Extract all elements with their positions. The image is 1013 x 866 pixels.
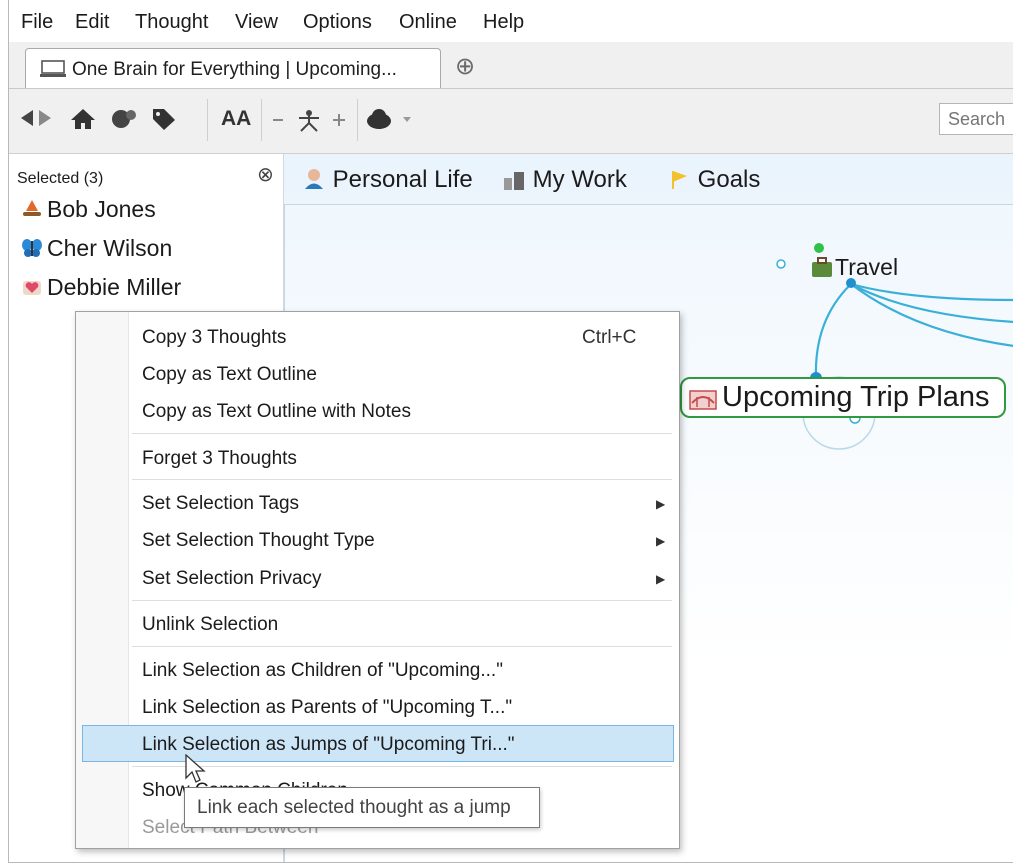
mouse-cursor-icon: [185, 754, 206, 783]
context-menu: Copy 3 Thoughts Ctrl+C Copy as Text Outl…: [75, 311, 680, 849]
menu-item-label: Show: [142, 780, 190, 801]
thought-travel[interactable]: Travel: [809, 254, 898, 281]
menu-separator: [132, 600, 672, 601]
menu-item-link-parents[interactable]: Link Selection as Parents of "Upcoming T…: [142, 697, 512, 719]
menu-item-copy-outline-notes[interactable]: Copy as Text Outline with Notes: [142, 401, 411, 423]
bridge-icon: [689, 390, 717, 410]
menu-gutter: [76, 312, 129, 848]
active-thought[interactable]: Upcoming Trip Plans: [680, 377, 1006, 418]
menu-item-link-jumps[interactable]: Link Selection as Jumps of "Upcoming Tri…: [142, 734, 515, 756]
menu-item-copy-outline[interactable]: Copy as Text Outline: [142, 364, 317, 386]
submenu-arrow-icon: ▶: [656, 534, 666, 548]
submenu-arrow-icon: ▶: [656, 497, 666, 511]
menu-item-unlink[interactable]: Unlink Selection: [142, 614, 278, 636]
suitcase-icon: [812, 257, 832, 277]
copy-shortcut: Ctrl+C: [582, 327, 637, 348]
app-window: File Edit Thought View Options Online He…: [8, 0, 1013, 863]
menu-item-link-children[interactable]: Link Selection as Children of "Upcoming.…: [142, 660, 503, 682]
active-thought-label: Upcoming Trip Plans: [722, 381, 990, 413]
menu-separator: [132, 479, 672, 480]
menu-separator: [132, 433, 672, 434]
menu-item-set-type[interactable]: Set Selection Thought Type: [142, 530, 375, 552]
menu-item-forget[interactable]: Forget 3 Thoughts: [142, 448, 297, 470]
submenu-arrow-icon: ▶: [656, 572, 666, 586]
menu-item-copy-thoughts[interactable]: Copy 3 Thoughts: [142, 327, 286, 349]
menu-item-set-tags[interactable]: Set Selection Tags: [142, 493, 299, 515]
menu-separator: [132, 646, 672, 647]
tooltip: Link each selected thought as a jump: [184, 787, 540, 828]
thought-label: Travel: [835, 254, 899, 280]
menu-item-set-privacy[interactable]: Set Selection Privacy: [142, 568, 322, 590]
menu-separator: [132, 766, 672, 767]
